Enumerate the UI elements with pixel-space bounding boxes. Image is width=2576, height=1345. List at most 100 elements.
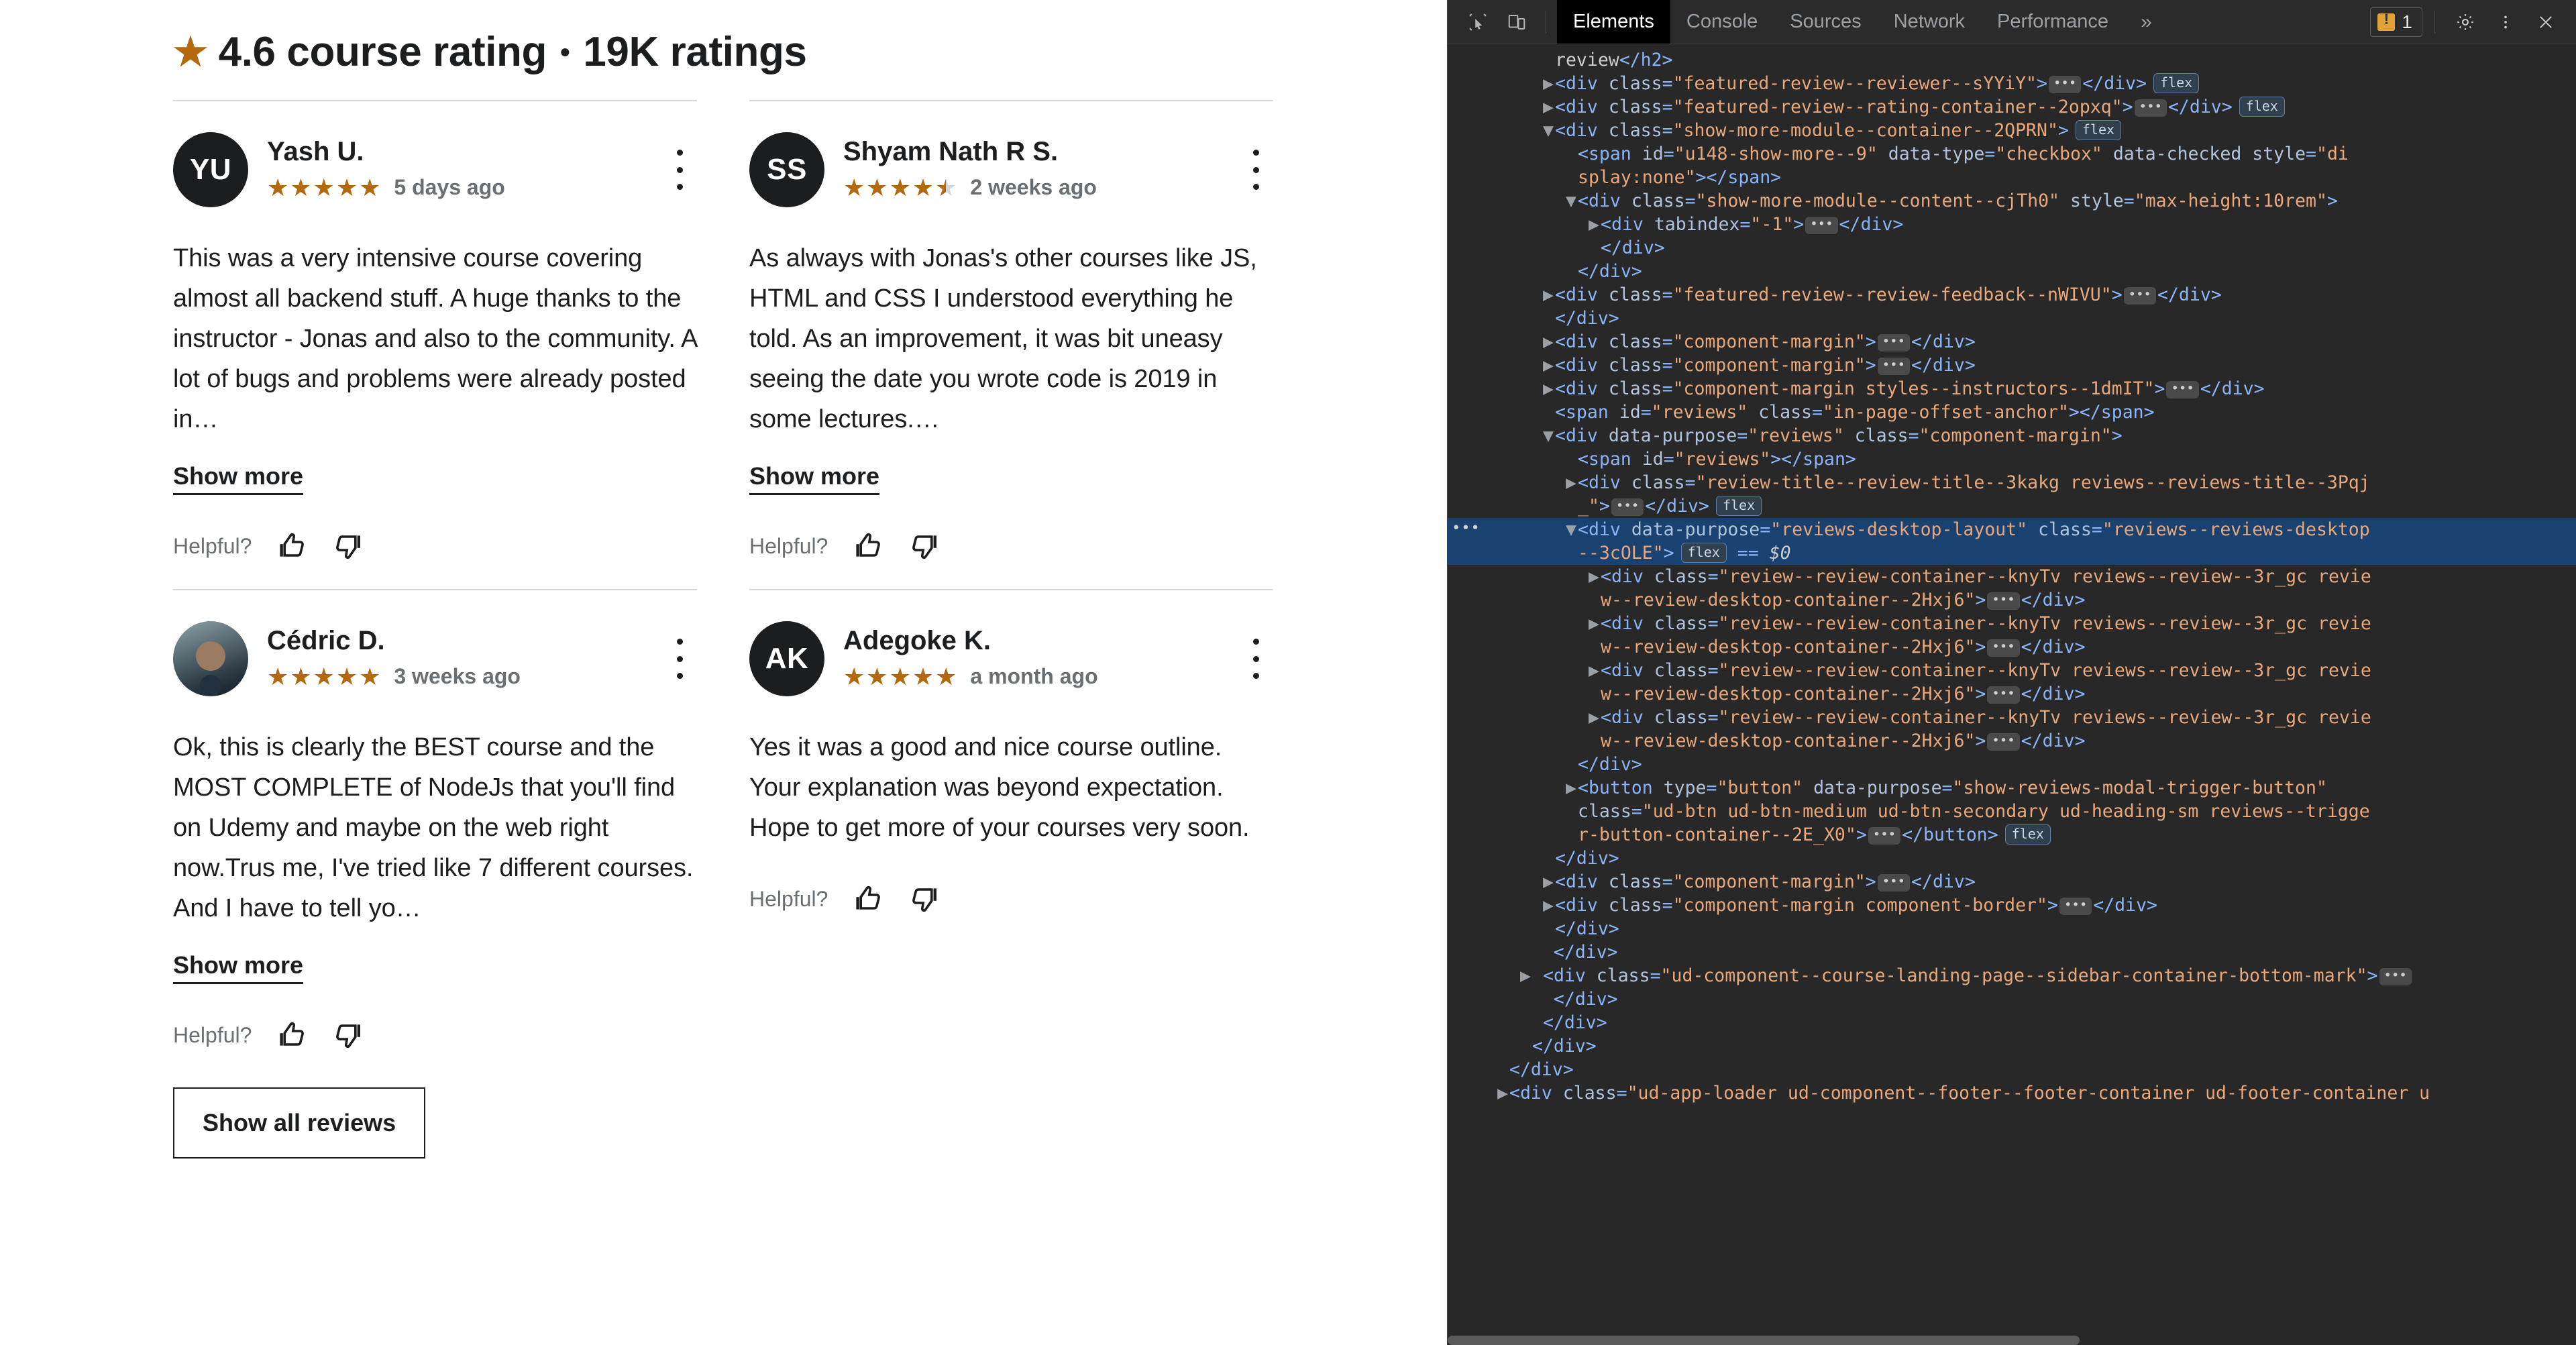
collapsed-content-icon[interactable]: ••• (2166, 381, 2199, 398)
horizontal-scrollbar[interactable] (1448, 1336, 2576, 1345)
dom-tree-line[interactable]: ▶<div class="component-margin"> ••• </div> (1448, 354, 2576, 377)
expand-arrow-icon[interactable]: ▶ (1543, 283, 1555, 307)
expand-arrow-icon[interactable]: ▶ (1566, 776, 1578, 800)
collapsed-content-icon[interactable]: ••• (2379, 968, 2412, 985)
dom-tree-line[interactable]: w--review-desktop-container--2Hxj6"> ••• <… (1448, 729, 2576, 753)
review-options-kebab-icon[interactable] (1244, 150, 1268, 190)
flex-badge[interactable]: flex (2153, 73, 2200, 93)
collapsed-content-icon[interactable]: ••• (1877, 874, 1911, 892)
dom-tree-line[interactable]: ▶<div class="review--review-container--k… (1448, 565, 2576, 588)
dom-tree-line[interactable]: </div> (1448, 236, 2576, 260)
dom-tree-line[interactable]: ▶ <div class="ud-component--course-landi… (1448, 964, 2576, 987)
expand-arrow-icon[interactable]: ▶ (1543, 72, 1555, 95)
dom-tree-line[interactable]: ▶<button type="button" data-purpose="sho… (1448, 776, 2576, 800)
dom-tree-line[interactable]: w--review-desktop-container--2Hxj6"> ••• <… (1448, 635, 2576, 659)
collapsed-content-icon[interactable]: ••• (1868, 827, 1901, 845)
dom-tree-line[interactable]: _"> ••• </div> flex (1448, 494, 2576, 518)
dom-tree[interactable]: review</h2> ▶<div class="featured-review-… (1448, 44, 2576, 1345)
show-more-link[interactable]: Show more (749, 462, 880, 496)
expand-arrow-icon[interactable]: ▶ (1589, 706, 1601, 729)
flex-badge[interactable]: flex (2075, 120, 2122, 140)
thumbs-down-icon[interactable] (908, 883, 941, 915)
expand-arrow-icon[interactable]: ▶ (1543, 95, 1555, 119)
flex-badge[interactable]: flex (2239, 97, 2285, 117)
expand-arrow-icon[interactable]: ▶ (1589, 659, 1601, 682)
kebab-menu-icon[interactable] (2487, 5, 2524, 40)
collapsed-content-icon[interactable]: ••• (2134, 99, 2167, 117)
dom-tree-line[interactable]: </div> (1448, 307, 2576, 330)
collapsed-content-icon[interactable]: ••• (1805, 217, 1838, 234)
thumbs-down-icon[interactable] (332, 530, 364, 562)
expand-arrow-icon[interactable]: ▶ (1589, 612, 1601, 635)
expand-arrow-icon[interactable]: ▶ (1497, 1081, 1509, 1105)
collapsed-content-icon[interactable]: ••• (1987, 592, 2020, 610)
thumbs-down-icon[interactable] (908, 530, 941, 562)
device-toolbar-icon[interactable] (1499, 5, 1535, 40)
dom-tree-line[interactable]: </div> (1448, 1058, 2576, 1081)
dom-tree-line[interactable]: ▶<div class="review--review-container--k… (1448, 706, 2576, 729)
collapse-arrow-icon[interactable]: ▼ (1566, 189, 1578, 213)
flex-badge[interactable]: flex (1715, 496, 1762, 516)
dom-tree-line[interactable]: ▶<div class="component-margin"> ••• </div> (1448, 330, 2576, 354)
scrollbar-thumb[interactable] (1448, 1336, 2080, 1345)
collapsed-content-icon[interactable]: ••• (1987, 686, 2020, 704)
thumbs-up-icon[interactable] (276, 530, 308, 562)
dom-tree-line[interactable]: ▶<div class="review--review-container--k… (1448, 659, 2576, 682)
collapsed-content-icon[interactable]: ••• (2123, 287, 2156, 305)
dom-tree-line[interactable]: </div> (1448, 1011, 2576, 1034)
dom-tree-line[interactable]: <span id="u148-show-more--9" data-type="… (1448, 142, 2576, 166)
collapse-arrow-icon[interactable]: ▼ (1566, 518, 1578, 541)
collapsed-content-icon[interactable]: ••• (1611, 498, 1644, 516)
dom-tree-line[interactable]: </div> (1448, 940, 2576, 964)
collapsed-content-icon[interactable]: ••• (1987, 733, 2020, 751)
expand-arrow-icon[interactable]: ▶ (1520, 964, 1532, 987)
dom-tree-line[interactable]: ▶<div class="review-title--review-title-… (1448, 471, 2576, 494)
close-icon[interactable] (2528, 5, 2564, 40)
expand-arrow-icon[interactable]: ▶ (1543, 870, 1555, 894)
dom-tree-line[interactable]: ▶<div class="component-margin styles--in… (1448, 377, 2576, 400)
dom-tree-line[interactable]: splay:none"></span> (1448, 166, 2576, 189)
dom-tree-line[interactable]: ▼<div class="show-more-module--content--… (1448, 189, 2576, 213)
dom-tree-line[interactable]: </div> (1448, 917, 2576, 940)
warning-count-badge[interactable]: 1 (2370, 7, 2422, 37)
dom-tree-line[interactable]: ▶<div class="ud-app-loader ud-component-… (1448, 1081, 2576, 1105)
expand-arrow-icon[interactable]: ▶ (1566, 471, 1578, 494)
collapsed-content-icon[interactable]: ••• (1877, 334, 1911, 352)
dom-tree-line[interactable]: ▶<div tabindex="-1"> ••• </div> (1448, 213, 2576, 236)
show-all-reviews-button[interactable]: Show all reviews (173, 1087, 426, 1159)
dom-tree-line[interactable]: ▶<div class="featured-review--rating-con… (1448, 95, 2576, 119)
dom-tree-line[interactable]: ▼<div class="show-more-module--container… (1448, 119, 2576, 142)
dom-tree-line[interactable]: </div> (1448, 987, 2576, 1011)
dom-tree-line[interactable]: ▼<div data-purpose="reviews-desktop-layo… (1448, 517, 2576, 541)
devtools-tab-elements[interactable]: Elements (1557, 0, 1670, 44)
dom-tree-line[interactable]: ▶<div class="component-margin component-… (1448, 894, 2576, 917)
expand-arrow-icon[interactable]: ▶ (1543, 330, 1555, 354)
dom-tree-line[interactable]: ▶<div class="component-margin"> ••• </div> (1448, 870, 2576, 894)
devtools-tab-performance[interactable]: Performance (1981, 0, 2125, 44)
dom-tree-line[interactable]: ▶<div class="featured-review--reviewer--… (1448, 72, 2576, 95)
review-options-kebab-icon[interactable] (667, 150, 692, 190)
devtools-tab-network[interactable]: Network (1878, 0, 1981, 44)
dom-tree-line[interactable]: <span id="reviews" class="in-page-offset… (1448, 400, 2576, 424)
dom-tree-line[interactable]: class="ud-btn ud-btn-medium ud-btn-secon… (1448, 800, 2576, 823)
collapsed-content-icon[interactable]: ••• (1987, 639, 2020, 657)
dom-tree-line[interactable]: review</h2> (1448, 48, 2576, 72)
inspect-element-icon[interactable] (1460, 5, 1496, 40)
dom-tree-line[interactable]: --3cOLE"> flex == $0 (1448, 541, 2576, 565)
expand-arrow-icon[interactable]: ▶ (1543, 894, 1555, 917)
show-more-link[interactable]: Show more (173, 951, 304, 985)
collapse-arrow-icon[interactable]: ▼ (1543, 424, 1555, 447)
devtools-tab-console[interactable]: Console (1670, 0, 1774, 44)
dom-tree-line[interactable]: ▶<div class="review--review-container--k… (1448, 612, 2576, 635)
dom-tree-line[interactable]: ▼<div data-purpose="reviews" class="comp… (1448, 424, 2576, 447)
collapsed-content-icon[interactable]: ••• (2048, 76, 2082, 93)
flex-badge[interactable]: flex (2004, 824, 2051, 845)
expand-arrow-icon[interactable]: ▶ (1589, 565, 1601, 588)
thumbs-up-icon[interactable] (276, 1019, 308, 1051)
dom-tree-line[interactable]: w--review-desktop-container--2Hxj6"> ••• <… (1448, 682, 2576, 706)
collapse-arrow-icon[interactable]: ▼ (1543, 119, 1555, 142)
expand-arrow-icon[interactable]: ▶ (1543, 377, 1555, 400)
collapsed-content-icon[interactable]: ••• (2059, 898, 2092, 915)
gear-icon[interactable] (2447, 5, 2483, 40)
review-options-kebab-icon[interactable] (1244, 639, 1268, 680)
